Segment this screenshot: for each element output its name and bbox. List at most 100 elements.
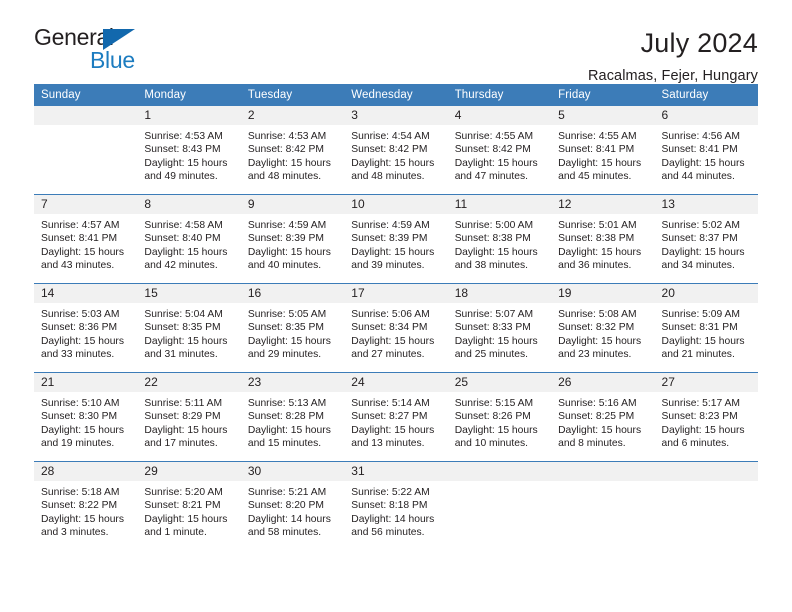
day-sun-info: Sunrise: 5:15 AM Sunset: 8:26 PM Daylight:…: [448, 392, 551, 450]
sunrise-text: Sunrise: 5:16 AM: [558, 398, 637, 409]
calendar-day-cell[interactable]: 25 Sunrise: 5:15 AM Sunset: 8:26 PM Dayligh…: [447, 373, 552, 461]
daylight-text-line1: Daylight: 15 hours: [144, 157, 228, 169]
day-sun-info: Sunrise: 4:58 AM Sunset: 8:40 PM Daylight:…: [137, 214, 240, 272]
calendar-day-cell[interactable]: 12 Sunrise: 5:01 AM Sunset: 8:38 PM Dayligh…: [551, 195, 655, 283]
calendar-day-cell[interactable]: 27 Sunrise: 5:17 AM Sunset: 8:23 PM Dayligh…: [654, 373, 758, 461]
page-subtitle: Racalmas, Fejer, Hungary: [587, 68, 758, 85]
calendar-day-cell[interactable]: 3 Sunrise: 4:54 AM Sunset: 8:42 PM Daylight…: [344, 106, 448, 194]
daylight-text-line2: and 48 minutes.: [247, 170, 322, 182]
calendar-day-cell[interactable]: 7 Sunrise: 4:57 AM Sunset: 8:41 PM Daylight…: [34, 195, 138, 283]
sunset-text: Sunset: 8:22 PM: [41, 500, 118, 512]
logo-text-blue: Blue: [90, 47, 135, 73]
calendar-day-cell[interactable]: 14 Sunrise: 5:03 AM Sunset: 8:36 PM Dayligh…: [34, 284, 138, 372]
calendar-day-cell[interactable]: 6 Sunrise: 4:56 AM Sunset: 8:41 PM Daylight…: [654, 106, 758, 194]
day-number: 29: [137, 462, 241, 481]
calendar-cell-empty: [34, 106, 138, 194]
sunset-text: Sunset: 8:28 PM: [247, 411, 324, 423]
day-number: 11: [447, 195, 552, 214]
sunset-text: Sunset: 8:34 PM: [351, 322, 428, 334]
daylight-text-line1: Daylight: 15 hours: [661, 335, 745, 347]
calendar-day-cell[interactable]: 28 Sunrise: 5:18 AM Sunset: 8:22 PM Dayligh…: [34, 462, 138, 550]
daylight-text-line1: Daylight: 15 hours: [144, 424, 228, 436]
daylight-text-line2: and 19 minutes.: [41, 437, 115, 449]
sunrise-text: Sunrise: 5:21 AM: [247, 487, 327, 498]
day-number: 24: [344, 373, 448, 392]
calendar-day-cell[interactable]: 8 Sunrise: 4:58 AM Sunset: 8:40 PM Daylight…: [137, 195, 241, 283]
calendar-day-cell[interactable]: 18 Sunrise: 5:07 AM Sunset: 8:33 PM Dayligh…: [447, 284, 552, 372]
generalblue-logo[interactable]: General Blue: [34, 26, 184, 80]
sunrise-text: Sunrise: 5:04 AM: [144, 309, 223, 320]
calendar-day-cell[interactable]: 24 Sunrise: 5:14 AM Sunset: 8:27 PM Dayligh…: [344, 373, 448, 461]
sunset-text: Sunset: 8:35 PM: [144, 322, 221, 334]
sunrise-text: Sunrise: 4:56 AM: [661, 131, 740, 142]
sunrise-text: Sunrise: 4:53 AM: [144, 131, 223, 142]
calendar-day-cell[interactable]: 11 Sunrise: 5:00 AM Sunset: 8:38 PM Dayligh…: [447, 195, 552, 283]
sunrise-text: Sunrise: 5:07 AM: [454, 309, 534, 320]
sunrise-text: Sunrise: 5:18 AM: [41, 487, 120, 498]
sunset-text: Sunset: 8:20 PM: [247, 500, 324, 512]
day-sun-info: Sunrise: 4:55 AM Sunset: 8:42 PM Daylight:…: [448, 125, 551, 183]
sunrise-text: Sunrise: 5:15 AM: [454, 398, 534, 409]
sunrise-text: Sunrise: 5:11 AM: [144, 398, 223, 409]
sunset-text: Sunset: 8:18 PM: [351, 500, 428, 512]
calendar-day-cell[interactable]: 30 Sunrise: 5:21 AM Sunset: 8:20 PM Dayligh…: [240, 462, 345, 550]
day-number: 25: [447, 373, 552, 392]
sunset-text: Sunset: 8:41 PM: [558, 144, 635, 156]
daylight-text-line2: and 25 minutes.: [454, 348, 528, 360]
calendar-day-cell[interactable]: 13 Sunrise: 5:02 AM Sunset: 8:37 PM Dayligh…: [654, 195, 758, 283]
day-number: 19: [551, 284, 655, 303]
day-sun-info: Sunrise: 5:08 AM Sunset: 8:32 PM Daylight:…: [551, 303, 654, 361]
day-number: 12: [551, 195, 655, 214]
day-number: 6: [654, 106, 758, 125]
calendar-day-cell[interactable]: 16 Sunrise: 5:05 AM Sunset: 8:35 PM Dayligh…: [240, 284, 345, 372]
day-sun-info: Sunrise: 5:03 AM Sunset: 8:36 PM Daylight:…: [34, 303, 137, 361]
calendar-day-cell[interactable]: 2 Sunrise: 4:53 AM Sunset: 8:42 PM Daylight…: [240, 106, 345, 194]
day-sun-info: Sunrise: 4:53 AM Sunset: 8:43 PM Daylight:…: [137, 125, 240, 183]
daylight-text-line2: and 15 minutes.: [247, 437, 322, 449]
daylight-text-line1: Daylight: 15 hours: [454, 157, 538, 169]
day-sun-info: Sunrise: 5:00 AM Sunset: 8:38 PM Daylight:…: [448, 214, 551, 272]
calendar-day-cell[interactable]: 19 Sunrise: 5:08 AM Sunset: 8:32 PM Dayligh…: [551, 284, 655, 372]
calendar-day-cell[interactable]: 15 Sunrise: 5:04 AM Sunset: 8:35 PM Dayligh…: [137, 284, 241, 372]
calendar-day-cell[interactable]: 9 Sunrise: 4:59 AM Sunset: 8:39 PM Daylight…: [240, 195, 345, 283]
sunrise-text: Sunrise: 5:13 AM: [247, 398, 327, 409]
calendar-day-cell[interactable]: 31 Sunrise: 5:22 AM Sunset: 8:18 PM Dayligh…: [344, 462, 448, 550]
calendar-cell-empty: [654, 462, 758, 550]
calendar-day-cell[interactable]: 23 Sunrise: 5:13 AM Sunset: 8:28 PM Dayligh…: [240, 373, 345, 461]
calendar-day-cell[interactable]: 5 Sunrise: 4:55 AM Sunset: 8:41 PM Daylight…: [551, 106, 655, 194]
calendar-week-row: 1 Sunrise: 4:53 AM Sunset: 8:43 PM Daylight…: [34, 106, 758, 195]
day-sun-info: Sunrise: 5:20 AM Sunset: 8:21 PM Daylight:…: [137, 481, 240, 539]
calendar-day-cell[interactable]: 10 Sunrise: 4:59 AM Sunset: 8:39 PM Dayligh…: [344, 195, 448, 283]
calendar-cell-empty: [551, 462, 655, 550]
day-sun-info: Sunrise: 5:06 AM Sunset: 8:34 PM Daylight:…: [344, 303, 447, 361]
calendar-day-cell[interactable]: 26 Sunrise: 5:16 AM Sunset: 8:25 PM Dayligh…: [551, 373, 655, 461]
day-sun-info: Sunrise: 5:11 AM Sunset: 8:29 PM Daylight:…: [137, 392, 240, 450]
sunset-text: Sunset: 8:41 PM: [661, 144, 738, 156]
daylight-text-line2: and 38 minutes.: [454, 259, 528, 271]
calendar-day-cell[interactable]: 29 Sunrise: 5:20 AM Sunset: 8:21 PM Dayligh…: [137, 462, 241, 550]
daylight-text-line1: Daylight: 15 hours: [41, 513, 124, 525]
calendar-day-cell[interactable]: 22 Sunrise: 5:11 AM Sunset: 8:29 PM Dayligh…: [137, 373, 241, 461]
sunset-text: Sunset: 8:38 PM: [558, 233, 635, 245]
weekday-header-monday: Monday: [137, 84, 241, 106]
calendar-day-cell[interactable]: 20 Sunrise: 5:09 AM Sunset: 8:31 PM Dayligh…: [654, 284, 758, 372]
daylight-text-line1: Daylight: 15 hours: [247, 246, 331, 258]
daylight-text-line2: and 6 minutes.: [661, 437, 730, 449]
day-sun-info: Sunrise: 4:59 AM Sunset: 8:39 PM Daylight:…: [344, 214, 447, 272]
sunset-text: Sunset: 8:42 PM: [454, 144, 531, 156]
calendar-day-cell[interactable]: 1 Sunrise: 4:53 AM Sunset: 8:43 PM Daylight…: [137, 106, 241, 194]
day-number: [447, 462, 552, 481]
sunset-text: Sunset: 8:39 PM: [247, 233, 324, 245]
sunrise-text: Sunrise: 5:14 AM: [351, 398, 430, 409]
calendar-day-cell[interactable]: 21 Sunrise: 5:10 AM Sunset: 8:30 PM Dayligh…: [34, 373, 138, 461]
day-number: 10: [344, 195, 448, 214]
day-sun-info: Sunrise: 5:04 AM Sunset: 8:35 PM Daylight:…: [137, 303, 240, 361]
daylight-text-line2: and 40 minutes.: [247, 259, 322, 271]
sunset-text: Sunset: 8:32 PM: [558, 322, 635, 334]
sunset-text: Sunset: 8:27 PM: [351, 411, 428, 423]
calendar-day-cell[interactable]: 4 Sunrise: 4:55 AM Sunset: 8:42 PM Daylight…: [447, 106, 552, 194]
day-number: 27: [654, 373, 758, 392]
daylight-text-line2: and 39 minutes.: [351, 259, 425, 271]
day-number: 28: [34, 462, 138, 481]
calendar-day-cell[interactable]: 17 Sunrise: 5:06 AM Sunset: 8:34 PM Dayligh…: [344, 284, 448, 372]
